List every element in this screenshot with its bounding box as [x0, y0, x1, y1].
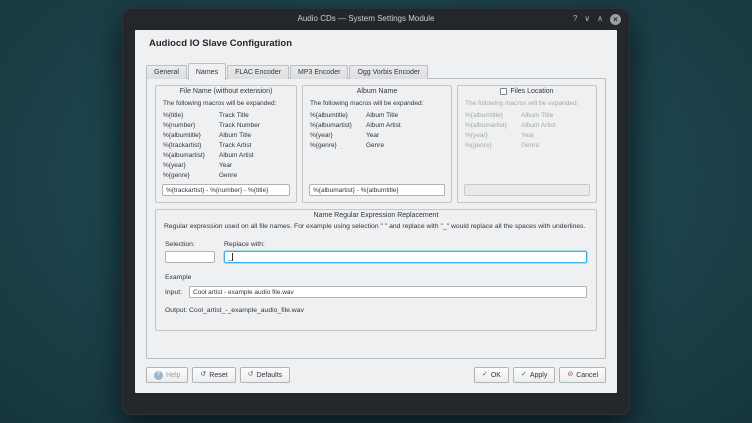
- macro-row: %{albumartist}Album Artist: [465, 121, 593, 131]
- module-content: Audiocd IO Slave Configuration General N…: [135, 30, 617, 393]
- ok-check-icon: ✓: [482, 371, 488, 379]
- tab-names[interactable]: Names: [188, 63, 226, 80]
- macro-row: %{genre}Genre: [310, 141, 448, 151]
- album-name-format-input[interactable]: [309, 184, 445, 196]
- macro-row: %{genre}Genre: [465, 141, 593, 151]
- macro-row: %{year}Year: [310, 131, 448, 141]
- macro-row: %{genre}Genre: [163, 171, 293, 181]
- replace-with-label: Replace with:: [224, 241, 265, 248]
- files-location-label[interactable]: Files Location: [510, 88, 553, 95]
- desktop: Audio CDs — System Settings Module ? ∨ ∧…: [0, 0, 752, 423]
- tab-ogg-vorbis-encoder[interactable]: Ogg Vorbis Encoder: [349, 65, 428, 79]
- file-name-group: File Name (without extension) The follow…: [155, 85, 297, 203]
- macro-row: %{title}Track Title: [163, 111, 293, 121]
- macro-row: %{year}Year: [163, 161, 293, 171]
- names-tab-panel: File Name (without extension) The follow…: [146, 78, 606, 359]
- titlebar-buttons: ? ∨ ∧ ×: [573, 8, 621, 30]
- cancel-button[interactable]: ⊘ Cancel: [559, 367, 606, 383]
- file-name-intro: The following macros will be expanded:: [163, 100, 293, 107]
- files-location-macro-list: %{albumtitle}Album Title %{albumartist}A…: [465, 111, 593, 151]
- album-name-intro: The following macros will be expanded:: [310, 100, 448, 107]
- macro-row: %{trackartist}Track Artist: [163, 141, 293, 151]
- files-location-format-input: [464, 184, 590, 196]
- macro-row: %{albumtitle}Album Title: [310, 111, 448, 121]
- example-output-label: Output:: [165, 307, 187, 314]
- file-name-format-input[interactable]: [162, 184, 290, 196]
- macro-row: %{albumartist}Album Artist: [310, 121, 448, 131]
- maximize-icon[interactable]: ∧: [597, 14, 603, 24]
- tab-bar: General Names FLAC Encoder MP3 Encoder O…: [146, 63, 429, 79]
- files-location-checkbox[interactable]: [500, 88, 507, 95]
- example-input-value: Cool artist - example audio file.wav: [189, 286, 587, 298]
- replace-with-input[interactable]: _: [224, 251, 587, 263]
- contextual-help-icon[interactable]: ?: [573, 14, 577, 24]
- files-location-header: Files Location: [458, 88, 596, 95]
- macro-row: %{albumtitle}Album Title: [465, 111, 593, 121]
- defaults-button[interactable]: ↺ Defaults: [240, 367, 291, 383]
- window-title: Audio CDs — System Settings Module: [162, 8, 570, 30]
- macro-row: %{albumtitle}Album Title: [163, 131, 293, 141]
- selection-label: Selection:: [165, 241, 195, 248]
- macro-row: %{albumartist}Album Artist: [163, 151, 293, 161]
- cancel-icon: ⊘: [567, 371, 573, 379]
- reset-icon: ↺: [200, 371, 206, 379]
- reset-button[interactable]: ↺ Reset: [192, 367, 235, 383]
- file-name-macro-list: %{title}Track Title %{number}Track Numbe…: [163, 111, 293, 181]
- tab-mp3-encoder[interactable]: MP3 Encoder: [290, 65, 348, 79]
- apply-button[interactable]: ✓ Apply: [513, 367, 555, 383]
- tab-flac-encoder[interactable]: FLAC Encoder: [227, 65, 289, 79]
- ok-button[interactable]: ✓ OK: [474, 367, 509, 383]
- minimize-icon[interactable]: ∨: [584, 14, 590, 24]
- apply-check-icon: ✓: [521, 371, 527, 379]
- file-name-group-title: File Name (without extension): [156, 88, 296, 95]
- files-location-group: Files Location The following macros will…: [457, 85, 597, 203]
- album-name-group: Album Name The following macros will be …: [302, 85, 452, 203]
- dialog-button-box: ? Help ↺ Reset ↺ Defaults ✓ OK ✓: [146, 367, 606, 383]
- regex-group-title: Name Regular Expression Replacement: [156, 212, 596, 219]
- help-button: ? Help: [146, 367, 188, 383]
- regex-replacement-group: Name Regular Expression Replacement Regu…: [155, 209, 597, 331]
- selection-input[interactable]: [165, 251, 215, 263]
- macro-row: %{number}Track Number: [163, 121, 293, 131]
- example-input-label: Input:: [165, 289, 182, 296]
- regex-description: Regular expression used on all file name…: [164, 223, 588, 230]
- macro-groups-row: File Name (without extension) The follow…: [155, 85, 597, 203]
- settings-window: Audio CDs — System Settings Module ? ∨ ∧…: [122, 8, 630, 415]
- titlebar[interactable]: Audio CDs — System Settings Module ? ∨ ∧…: [122, 8, 630, 30]
- example-heading: Example: [165, 274, 191, 281]
- files-location-intro: The following macros will be expanded:: [465, 100, 593, 107]
- text-cursor: [232, 253, 233, 261]
- album-name-group-title: Album Name: [303, 88, 451, 95]
- defaults-icon: ↺: [248, 371, 254, 379]
- example-output-value: Cool_artist_-_example_audio_file.wav: [189, 307, 304, 314]
- help-icon: ?: [154, 371, 163, 380]
- tab-general[interactable]: General: [146, 65, 187, 79]
- close-icon[interactable]: ×: [610, 14, 621, 25]
- album-name-macro-list: %{albumtitle}Album Title %{albumartist}A…: [310, 111, 448, 151]
- macro-row: %{year}Year: [465, 131, 593, 141]
- page-title: Audiocd IO Slave Configuration: [149, 38, 292, 49]
